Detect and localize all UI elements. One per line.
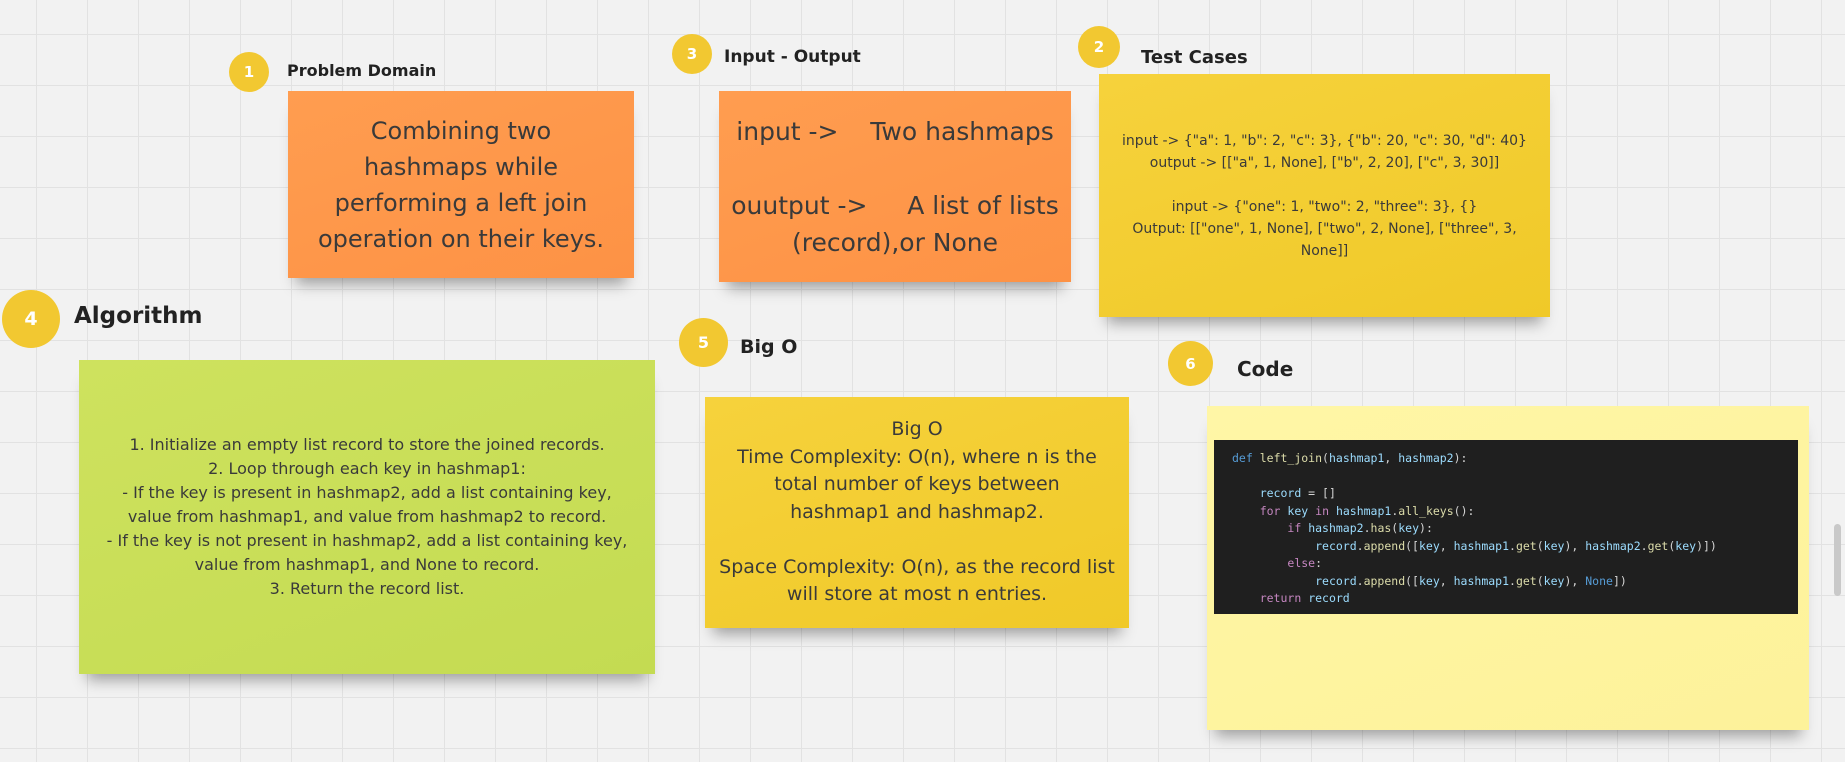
code-line: record.append([key, hashmap1.get(key), N… xyxy=(1315,573,1627,588)
code-line: record.append([key, hashmap1.get(key), h… xyxy=(1315,538,1717,553)
note-line: will store at most n entries. xyxy=(786,583,1048,606)
test-cases-sticky-note[interactable]: input -> {"a": 1, "b": 2, "c": 3}, {"b":… xyxy=(1099,74,1550,317)
note-line: ouutput -> A list of lists xyxy=(731,190,1059,220)
note-line: operation on their keys. xyxy=(317,224,605,253)
code-line: for key in hashmap1.all_keys(): xyxy=(1259,503,1475,518)
note-line: hashmap1 and hashmap2. xyxy=(790,500,1044,523)
code-line: def left_join(hashmap1, hashmap2): xyxy=(1232,451,1468,465)
note-line: performing a left join xyxy=(334,188,588,217)
step-number-badge: 5 xyxy=(679,318,728,367)
code-line: return record xyxy=(1259,591,1350,605)
note-line: 3. Return the record list. xyxy=(269,579,465,598)
note-line: hashmaps while xyxy=(363,152,559,181)
note-line: - If the key is present in hashmap2, add… xyxy=(122,483,612,502)
note-line: output -> [["a", 1, None], ["b", 2, 20],… xyxy=(1149,154,1500,171)
note-line: Big O xyxy=(891,418,943,441)
code-line: record = [] xyxy=(1259,486,1336,500)
algorithm-sticky-note[interactable]: 1. Initialize an empty list record to st… xyxy=(79,360,655,674)
input-output-sticky-note[interactable]: input -> Two hashmaps ouutput -> A list … xyxy=(719,91,1071,282)
note-line: input -> {"one": 1, "two": 2, "three": 3… xyxy=(1171,198,1478,215)
big-o-title: Big O xyxy=(740,336,798,358)
note-line: Output: [["one", 1, None], ["two", 2, No… xyxy=(1132,220,1517,237)
big-o-sticky-note[interactable]: Big O Time Complexity: O(n), where n is … xyxy=(705,397,1129,628)
step-number-badge: 1 xyxy=(229,52,269,92)
code-snippet-image: def left_join(hashmap1, hashmap2): recor… xyxy=(1214,440,1798,614)
note-line: Time Complexity: O(n), where n is the xyxy=(737,445,1097,468)
step-number-badge: 4 xyxy=(2,290,60,348)
step-number-badge: 6 xyxy=(1168,341,1213,386)
note-line: Space Complexity: O(n), as the record li… xyxy=(719,555,1115,578)
problem-domain-sticky-note[interactable]: Combining two hashmaps while performing … xyxy=(288,91,634,278)
code-line: else: xyxy=(1287,556,1323,570)
step-number-badge: 3 xyxy=(672,34,712,74)
vertical-scrollbar[interactable] xyxy=(1834,524,1841,596)
code-line: if hashmap2.has(key): xyxy=(1287,521,1433,535)
note-line: value from hashmap1, and None to record. xyxy=(194,555,540,574)
note-line: 2. Loop through each key in hashmap1: xyxy=(208,459,526,478)
note-line: Combining two xyxy=(370,116,552,145)
algorithm-title: Algorithm xyxy=(74,303,203,329)
input-output-title: Input - Output xyxy=(724,47,861,67)
test-cases-title: Test Cases xyxy=(1141,47,1248,68)
note-line: - If the key is not present in hashmap2,… xyxy=(106,531,628,550)
note-line: input -> Two hashmaps xyxy=(736,116,1054,146)
note-line: total number of keys between xyxy=(774,473,1060,496)
note-line: value from hashmap1, and value from hash… xyxy=(127,507,607,526)
note-line xyxy=(891,150,899,187)
note-line: (record),or None xyxy=(791,227,999,257)
note-line: 1. Initialize an empty list record to st… xyxy=(129,435,605,454)
note-line: None]] xyxy=(1300,242,1349,259)
note-line: input -> {"a": 1, "b": 2, "c": 3}, {"b":… xyxy=(1122,132,1527,149)
note-line xyxy=(914,526,920,554)
note-line xyxy=(1322,174,1326,196)
step-number-badge: 2 xyxy=(1078,26,1120,68)
code-title: Code xyxy=(1237,357,1294,381)
problem-domain-title: Problem Domain xyxy=(287,61,437,80)
